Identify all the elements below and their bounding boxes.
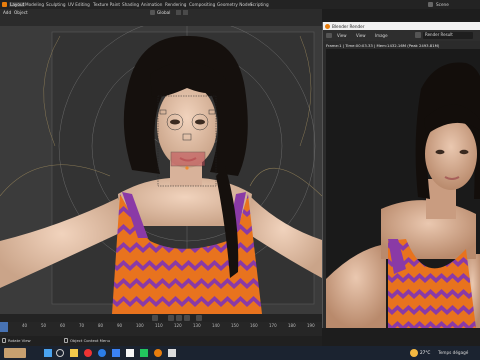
frame-tick-label: 190	[307, 323, 315, 328]
frame-tick-label: 70	[79, 323, 85, 328]
tab-compositing[interactable]: Compositing	[189, 2, 215, 7]
playback-controls	[0, 314, 322, 322]
render-result-image[interactable]	[326, 49, 480, 328]
scene-icon	[428, 2, 433, 7]
tab-rendering[interactable]: Rendering	[165, 2, 186, 7]
frame-tick-label: 80	[98, 323, 104, 328]
render-window-titlebar[interactable]: Blender Render	[323, 22, 480, 30]
tab-sculpting[interactable]: Sculpting	[46, 2, 66, 7]
app-icon[interactable]	[140, 349, 148, 357]
orientation-dropdown[interactable]: Global	[157, 10, 170, 15]
browser-icon[interactable]	[84, 349, 92, 357]
tab-scripting[interactable]: Scripting	[250, 2, 269, 7]
status-rotate-view: Rotate View	[8, 338, 31, 343]
blender-logo-icon	[325, 23, 330, 29]
add-menu[interactable]: Add	[3, 10, 11, 15]
frame-tick-label: 170	[269, 323, 277, 328]
image-browse-icon[interactable]	[415, 32, 421, 38]
tab-texture-paint[interactable]: Texture Paint	[93, 2, 120, 7]
tab-uv-editing[interactable]: UV Editing	[68, 2, 90, 7]
render-window-title: Blender Render	[332, 23, 365, 29]
play-reverse-icon[interactable]	[168, 315, 174, 321]
frame-tick-label: 100	[136, 323, 144, 328]
rendered-girl	[326, 49, 480, 328]
frame-ruler[interactable]: 0405060708090100110120130140150160170180…	[0, 323, 322, 331]
blender-taskbar-icon[interactable]	[154, 349, 162, 357]
menu-view-2[interactable]: View	[356, 33, 366, 38]
frame-tick-label: 150	[231, 323, 239, 328]
frame-tick-label: 110	[155, 323, 163, 328]
proportional-edit-icon[interactable]	[183, 10, 188, 15]
mouse-icon	[64, 338, 68, 343]
search-icon[interactable]	[56, 349, 64, 357]
os-taskbar: 27°C Temps dégagé	[0, 346, 480, 360]
jump-end-icon[interactable]	[184, 315, 190, 321]
jump-start-icon[interactable]	[152, 315, 158, 321]
viewport-header: Add Object Global	[0, 9, 402, 31]
tab-modeling[interactable]: Modeling	[25, 2, 44, 7]
menu-image[interactable]: Image	[375, 33, 388, 38]
frame-tick-label: 60	[60, 323, 66, 328]
news-widget-icon[interactable]	[4, 348, 26, 358]
render-info-bar: Frame:1 | Time:00:03.33 | Mem:1432.16M (…	[323, 41, 480, 49]
blender-logo-icon[interactable]	[2, 2, 7, 7]
play-icon[interactable]	[176, 315, 182, 321]
next-keyframe-icon[interactable]	[196, 315, 202, 321]
workspace-topbar: Layout Modeling Sculpting UV Editing Tex…	[0, 0, 480, 9]
weather-description: Temps dégagé	[438, 350, 469, 355]
current-frame-indicator[interactable]	[0, 322, 8, 332]
tab-geometry-nodes[interactable]: Geometry Nodes	[217, 2, 252, 7]
edge-icon[interactable]	[98, 349, 106, 357]
weather-temp: 27°C	[420, 350, 431, 355]
weather-icon[interactable]	[410, 349, 418, 357]
status-context-menu: Object Context Menu	[70, 338, 111, 343]
frame-tick-label: 180	[288, 323, 296, 328]
menu-view[interactable]: View	[337, 33, 347, 38]
mouse-icon	[2, 338, 6, 343]
frame-tick-label: 160	[250, 323, 258, 328]
frame-tick-label: 50	[41, 323, 47, 328]
timeline[interactable]: 0405060708090100110120130140150160170180…	[0, 314, 322, 336]
3d-viewport[interactable]	[0, 26, 322, 314]
snap-icon[interactable]	[176, 10, 181, 15]
frame-tick-label: 120	[174, 323, 182, 328]
tab-animation[interactable]: Animation	[141, 2, 162, 7]
frame-tick-label: 40	[22, 323, 28, 328]
frame-tick-label: 140	[212, 323, 220, 328]
render-window[interactable]: Blender Render View View Image Render Re…	[322, 22, 480, 328]
mail-icon[interactable]	[126, 349, 134, 357]
editor-type-icon[interactable]	[326, 33, 332, 38]
object-menu[interactable]: Object	[14, 10, 28, 15]
render-result-field[interactable]: Render Result	[423, 32, 473, 39]
image-editor-header: View View Image Render Result	[323, 30, 480, 41]
tab-layout[interactable]: Layout	[9, 2, 26, 7]
tab-shading[interactable]: Shading	[122, 2, 139, 7]
transform-orientation-icon[interactable]	[150, 10, 155, 15]
scene-selector[interactable]: Scene	[436, 2, 449, 7]
status-bar: Rotate View Object Context Menu	[0, 336, 322, 346]
render-stats: Frame:1 | Time:00:03.33 | Mem:1432.16M (…	[326, 43, 440, 48]
file-explorer-icon[interactable]	[70, 349, 78, 357]
frame-tick-label: 130	[193, 323, 201, 328]
store-icon[interactable]	[112, 349, 120, 357]
notepad-icon[interactable]	[168, 349, 176, 357]
frame-tick-label: 90	[117, 323, 123, 328]
windows-start-icon[interactable]	[44, 349, 52, 357]
viewport-scene	[0, 26, 322, 314]
